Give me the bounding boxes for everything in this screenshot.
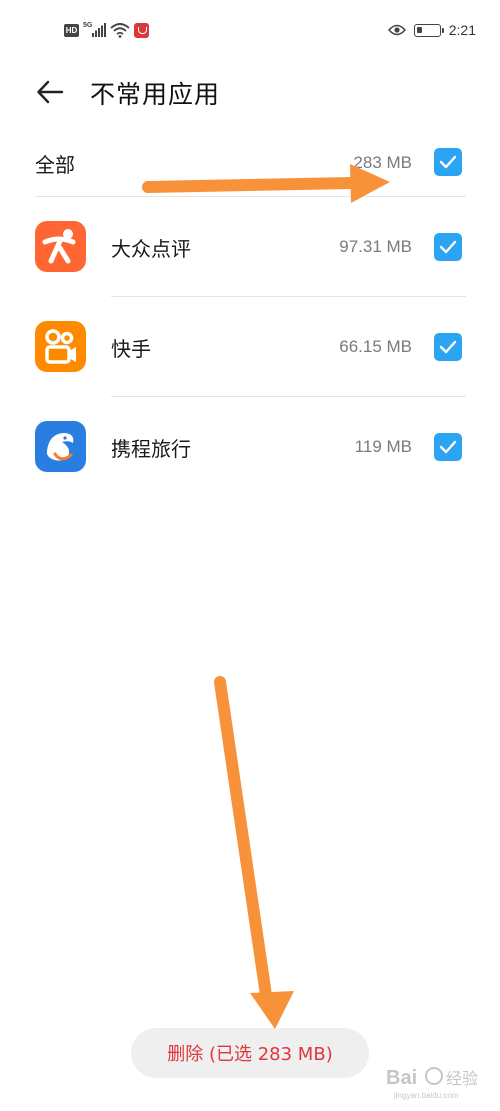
battery-icon (413, 23, 444, 37)
hd-icon: HD (64, 23, 79, 37)
signal-icon (92, 23, 107, 37)
svg-text:Bai: Bai (386, 1067, 417, 1089)
notification-app-icon (134, 22, 150, 38)
select-all-label: 全部 (35, 153, 75, 177)
select-all-row[interactable]: 全部 283 MB (0, 122, 500, 197)
svg-text:jingyan.baidu.com: jingyan.baidu.com (393, 1091, 459, 1100)
clock: 2:21 (448, 22, 476, 38)
app-name: 快手 (111, 337, 151, 361)
page-title: 不常用应用 (90, 80, 221, 109)
checkmark-icon (439, 440, 457, 454)
network-type-label: 5G (83, 21, 93, 29)
baidu-jingyan-watermark: Bai 经验 jingyan.baidu.com (384, 1058, 494, 1104)
delete-button-label: 删除 (已选 283 MB) (167, 1044, 333, 1065)
back-button[interactable] (30, 74, 70, 110)
app-header: 不常用应用 (0, 62, 500, 122)
checkmark-icon (439, 240, 457, 254)
checkmark-icon (439, 340, 457, 354)
svg-text:经验: 经验 (446, 1069, 478, 1088)
ctrip-app-icon (35, 421, 86, 472)
app-size: 66.15 MB (339, 337, 412, 356)
eye-icon (387, 24, 406, 36)
dianping-app-icon (35, 221, 86, 272)
app-size: 97.31 MB (339, 237, 412, 256)
kuaishou-app-icon (35, 321, 86, 372)
app-checkbox[interactable] (434, 433, 462, 461)
app-list: 全部 283 MB 大众点评 97.31 MB 快手 66.15 MB 携程旅行… (0, 122, 500, 497)
app-size: 119 MB (354, 437, 412, 456)
app-name: 大众点评 (111, 237, 191, 261)
status-left-icons: HD 5G (64, 20, 150, 40)
app-checkbox[interactable] (434, 333, 462, 361)
list-item[interactable]: 携程旅行 119 MB (0, 397, 500, 497)
select-all-checkbox[interactable] (434, 148, 462, 176)
status-bar: HD 5G 2:21 (0, 0, 500, 62)
annotation-arrow-down (214, 676, 294, 1029)
back-arrow-icon (37, 80, 64, 104)
status-right-icons: 2:21 (387, 19, 476, 41)
app-name: 携程旅行 (111, 437, 191, 461)
list-item[interactable]: 快手 66.15 MB (0, 297, 500, 397)
list-item[interactable]: 大众点评 97.31 MB (0, 197, 500, 297)
checkmark-icon (439, 155, 457, 169)
wifi-icon (110, 23, 130, 38)
app-checkbox[interactable] (434, 233, 462, 261)
total-size: 283 MB (353, 153, 412, 172)
delete-button[interactable]: 删除 (已选 283 MB) (131, 1028, 369, 1078)
